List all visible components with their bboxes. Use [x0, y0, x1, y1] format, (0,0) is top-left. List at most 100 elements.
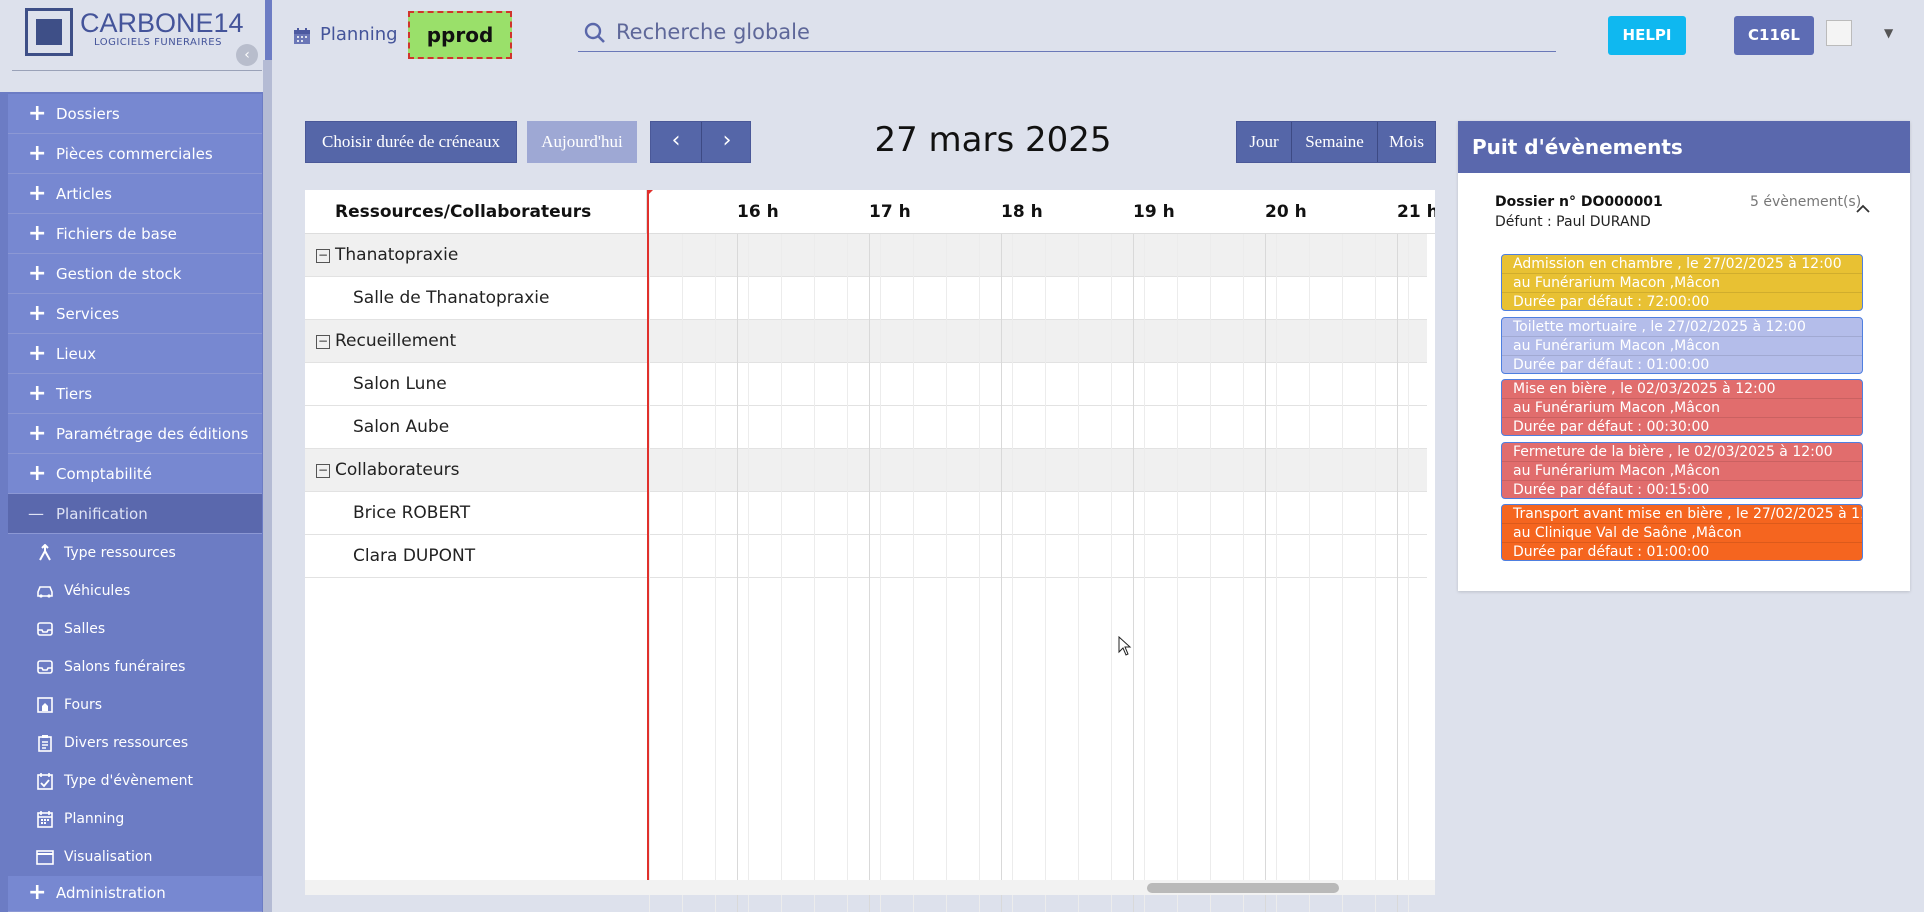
sidebar-subitem-label: Visualisation [64, 849, 153, 865]
sidebar-item-services[interactable]: + Services [8, 294, 262, 334]
sidebar-item-articles[interactable]: + Articles [8, 174, 262, 214]
event-card-line: Transport avant mise en bière , le 27/02… [1502, 505, 1862, 524]
resource-group-row[interactable]: − Recueillement [305, 320, 1427, 363]
sidebar-subitem-type-evenement[interactable]: Type d'évènement [8, 762, 262, 800]
avatar[interactable] [1826, 20, 1852, 46]
sidebar-item-tiers[interactable]: + Tiers [8, 374, 262, 414]
sidebar-item-comptabilite[interactable]: + Comptabilité [8, 454, 262, 494]
resource-row[interactable]: Salon Lune [305, 363, 1427, 406]
clipboard-icon [36, 734, 54, 752]
plus-icon: + [28, 221, 47, 246]
resource-label: Thanatopraxie [335, 245, 459, 265]
event-card[interactable]: Transport avant mise en bière , le 27/02… [1501, 504, 1863, 561]
plus-icon: + [28, 461, 47, 486]
event-card[interactable]: Toilette mortuaire , le 27/02/2025 à 12:… [1501, 316, 1863, 374]
calendar-icon [292, 26, 312, 46]
event-pool-panel: Puit d'évènements Dossier n° DO000001 Dé… [1458, 121, 1910, 591]
sidebar-item-gestion-de-stock[interactable]: + Gestion de stock [8, 254, 262, 294]
sidebar-item-fichiers-de-base[interactable]: + Fichiers de base [8, 214, 262, 254]
hour-label: 18 h [1001, 202, 1043, 222]
plus-icon: + [28, 141, 47, 166]
logo-name: CARBONE14 [80, 8, 244, 38]
sidebar-item-dossiers[interactable]: + Dossiers [8, 94, 262, 134]
plus-icon: + [28, 301, 47, 326]
scrollbar-thumb[interactable] [1147, 883, 1339, 893]
event-card[interactable]: Admission en chambre , le 27/02/2025 à 1… [1501, 254, 1863, 311]
plus-icon: + [28, 880, 47, 905]
resource-row[interactable]: Salon Aube [305, 406, 1427, 449]
event-card-line: au Funérarium Macon ,Mâcon [1502, 274, 1862, 293]
sidebar-subitem-visualisation[interactable]: Visualisation [8, 838, 262, 876]
resource-rows: − Thanatopraxie Salle de Thanatopraxie − Rec… [305, 234, 1435, 880]
sidebar-subitem-salons-funeraires[interactable]: Salons funéraires [8, 648, 262, 686]
inbox-icon [36, 658, 54, 676]
resource-group-row[interactable]: − Thanatopraxie [305, 234, 1427, 277]
prev-button[interactable]: ‹ [651, 122, 701, 162]
current-date: 27 mars 2025 [874, 120, 1112, 160]
sidebar-subitem-label: Véhicules [64, 583, 131, 599]
next-button[interactable]: › [702, 122, 752, 162]
sidebar-subitem-label: Divers ressources [64, 735, 189, 751]
choose-slot-duration-button[interactable]: Choisir durée de créneaux [305, 121, 517, 163]
timeline: Ressources/Collaborateurs 16 h 17 h 18 h… [305, 190, 1435, 912]
sidebar-item-label: Planification [56, 505, 148, 523]
hour-label: 21 h [1397, 202, 1435, 222]
sidebar-subitem-fours[interactable]: Fours [8, 686, 262, 724]
event-card[interactable]: Mise en bière , le 02/03/2025 à 12:00 au … [1501, 379, 1863, 436]
help-button[interactable]: HELPI [1608, 16, 1686, 55]
collapse-toggle-icon[interactable]: − [316, 464, 330, 478]
sidebar-item-label: Tiers [56, 385, 93, 403]
sidebar-item-parametrage-editions[interactable]: + Paramétrage des éditions [8, 414, 262, 454]
sidebar-item-administration[interactable]: + Administration [8, 876, 262, 912]
resource-row[interactable]: Salle de Thanatopraxie [305, 277, 1427, 320]
sidebar-item-pieces-commerciales[interactable]: + Pièces commerciales [8, 134, 262, 174]
defunt-name: Défunt : Paul DURAND [1495, 214, 1651, 230]
sidebar-subitem-label: Type ressources [64, 545, 176, 561]
sidebar-scrollbar[interactable] [263, 60, 272, 912]
event-card[interactable]: Fermeture de la bière , le 02/03/2025 à … [1501, 441, 1863, 499]
sidebar-subitem-salles[interactable]: Salles [8, 610, 262, 648]
sidebar-item-label: Articles [56, 185, 112, 203]
hour-label: 17 h [869, 202, 911, 222]
chevron-down-icon[interactable]: ▼ [1884, 26, 1893, 40]
collapse-toggle-icon[interactable]: − [316, 249, 330, 263]
event-card-line: au Funérarium Macon ,Mâcon [1502, 399, 1862, 418]
sidebar-subitem-type-ressources[interactable]: Type ressources [8, 534, 262, 572]
resource-group-row[interactable]: − Collaborateurs [305, 449, 1427, 492]
event-card-line: Durée par défaut : 01:00:00 [1502, 543, 1862, 560]
sidebar-subitem-vehicules[interactable]: Véhicules [8, 572, 262, 610]
timeline-horizontal-scrollbar[interactable] [305, 880, 1435, 895]
view-week-button[interactable]: Semaine [1292, 122, 1377, 162]
view-switcher: Jour Semaine Mois [1236, 121, 1436, 163]
collapse-sidebar-button[interactable]: ‹ [236, 44, 258, 66]
user-button[interactable]: C116L [1734, 16, 1814, 55]
dossier-number: Dossier n° DO000001 [1495, 194, 1663, 210]
event-card-line: au Funérarium Macon ,Mâcon [1502, 462, 1862, 481]
resource-row[interactable]: Clara DUPONT [305, 535, 1427, 578]
view-day-button[interactable]: Jour [1237, 122, 1291, 162]
sidebar-subitem-label: Fours [64, 697, 103, 713]
event-card-line: Durée par défaut : 01:00:00 [1502, 356, 1862, 373]
chevron-up-icon[interactable] [1856, 199, 1870, 218]
search-input[interactable] [616, 16, 1516, 48]
event-card-line: Mise en bière , le 02/03/2025 à 12:00 [1502, 380, 1862, 399]
sidebar-menu: + Dossiers + Pièces commerciales + Articles… [8, 94, 262, 912]
collapse-toggle-icon[interactable]: − [316, 335, 330, 349]
today-button[interactable]: Aujourd'hui [527, 121, 637, 163]
resource-label: Salle de Thanatopraxie [353, 288, 550, 308]
sidebar-subitem-label: Salons funéraires [64, 659, 186, 675]
sidebar-item-lieux[interactable]: + Lieux [8, 334, 262, 374]
plus-icon: + [28, 101, 47, 126]
view-month-button[interactable]: Mois [1378, 122, 1435, 162]
page-title: Planning [320, 24, 398, 45]
resource-row[interactable]: Brice ROBERT [305, 492, 1427, 535]
resource-label: Salon Aube [353, 417, 450, 437]
sidebar-subitem-divers-ressources[interactable]: Divers ressources [8, 724, 262, 762]
sidebar-subitem-label: Salles [64, 621, 106, 637]
sidebar-item-label: Administration [56, 884, 166, 902]
mouse-cursor-icon [1118, 635, 1132, 656]
sidebar-item-planification[interactable]: — Planification [8, 494, 262, 534]
plus-icon: + [28, 261, 47, 286]
sidebar-subitem-planning[interactable]: Planning [8, 800, 262, 838]
resource-label: Collaborateurs [335, 460, 460, 480]
